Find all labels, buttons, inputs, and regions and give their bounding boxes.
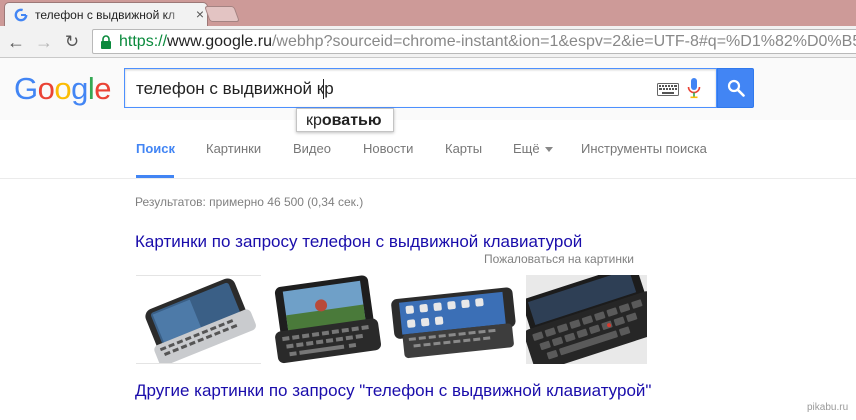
- autocomplete-suggestion[interactable]: кроватью: [296, 108, 394, 132]
- tab-search-tools[interactable]: Инструменты поиска: [581, 141, 707, 157]
- browser-toolbar: ← → ↻ https://www.google.ru/webhp?source…: [0, 26, 856, 58]
- search-input[interactable]: [136, 78, 656, 100]
- suggestion-typed: кр: [306, 112, 322, 129]
- tab-more-label: Ещё: [513, 141, 540, 156]
- suggestion-completion: оватью: [321, 112, 382, 129]
- tab-images[interactable]: Картинки: [206, 141, 261, 157]
- logo-letter: G: [14, 71, 38, 106]
- tab-news[interactable]: Новости: [363, 141, 413, 157]
- image-thumbnail[interactable]: [387, 275, 522, 364]
- tab-search[interactable]: Поиск: [136, 141, 175, 157]
- tab-video[interactable]: Видео: [293, 141, 331, 157]
- images-heading-link[interactable]: Картинки по запросу телефон с выдвижной …: [135, 232, 582, 252]
- keyboard-icon[interactable]: [657, 83, 679, 96]
- search-button[interactable]: [717, 68, 754, 108]
- logo-letter: o: [54, 71, 72, 106]
- phone-thumbnail-image: [145, 278, 256, 363]
- text-caret: [323, 79, 324, 99]
- url-scheme: https://: [119, 33, 168, 50]
- watermark: pikabu.ru: [807, 402, 849, 413]
- phone-thumbnail-image: [391, 287, 516, 359]
- logo-letter: o: [37, 71, 55, 106]
- search-tabs: Поиск Картинки Видео Новости Карты Ещё И…: [0, 120, 856, 179]
- browser-tab[interactable]: телефон с выдвижной кл ×: [4, 2, 208, 26]
- lock-icon: [101, 35, 111, 49]
- url-text: https://www.google.ru/webhp?sourceid=chr…: [119, 33, 856, 51]
- reload-icon[interactable]: ↻: [62, 32, 82, 52]
- image-thumbnail[interactable]: [136, 275, 261, 364]
- more-images-link[interactable]: Другие картинки по запросу "телефон с вы…: [135, 381, 651, 401]
- image-thumbnail[interactable]: [526, 275, 647, 364]
- back-arrow-icon[interactable]: ←: [6, 32, 26, 52]
- report-images-link[interactable]: Пожаловаться на картинки: [484, 252, 634, 266]
- url-host: www.google.ru: [167, 33, 272, 50]
- tab-title-fade: [165, 6, 187, 24]
- tab-title: телефон с выдвижной кл: [35, 8, 175, 22]
- chevron-down-icon: [544, 147, 553, 153]
- url-path: /webhp?sourceid=chrome-instant&ion=1&esp…: [271, 33, 856, 50]
- suggestion-text: кроватью: [306, 112, 382, 130]
- address-bar[interactable]: https://www.google.ru/webhp?sourceid=chr…: [92, 29, 856, 54]
- microphone-icon[interactable]: [687, 78, 701, 100]
- image-thumbnail[interactable]: [265, 275, 384, 364]
- browser-tabstrip: телефон с выдвижной кл ×: [0, 0, 856, 26]
- phone-thumbnail-image: [526, 275, 647, 364]
- active-tab-indicator: [136, 175, 174, 178]
- tab-maps[interactable]: Карты: [445, 141, 482, 157]
- result-stats: Результатов: примерно 46 500 (0,34 сек.): [135, 195, 364, 209]
- google-logo[interactable]: Google: [14, 71, 112, 106]
- google-header: Google: [0, 58, 856, 120]
- google-favicon-icon: [14, 8, 28, 22]
- phone-thumbnail-image: [274, 275, 382, 364]
- search-box: [124, 68, 717, 108]
- search-icon: [727, 79, 745, 97]
- new-tab-button[interactable]: [204, 6, 240, 22]
- tab-more[interactable]: Ещё: [513, 141, 553, 157]
- logo-letter: e: [94, 71, 112, 106]
- forward-arrow-icon[interactable]: →: [34, 32, 54, 52]
- logo-letter: g: [71, 71, 88, 106]
